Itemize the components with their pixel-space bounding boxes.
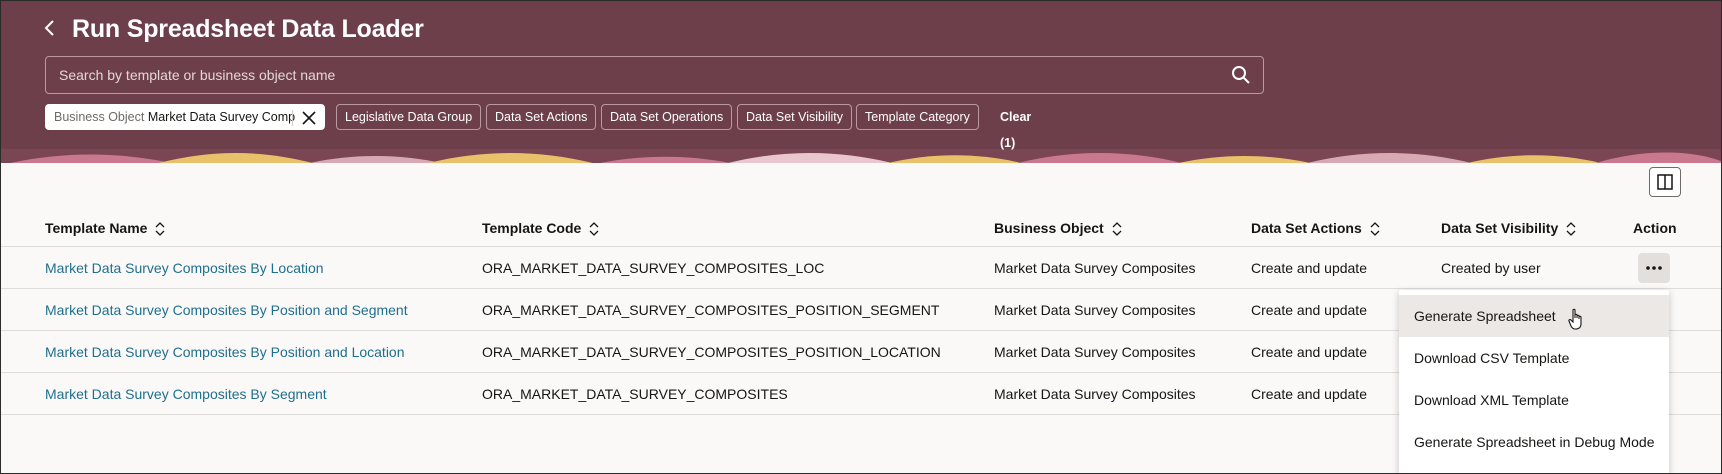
search-box <box>45 56 1264 94</box>
close-icon[interactable] <box>300 109 318 127</box>
menu-item-generate-spreadsheet-debug[interactable]: Generate Spreadsheet in Debug Mode <box>1399 421 1669 463</box>
header-decoration <box>1 149 1721 163</box>
data-set-actions-cell: Create and update <box>1251 260 1367 276</box>
menu-item-generate-spreadsheet[interactable]: Generate Spreadsheet <box>1399 295 1669 337</box>
app-frame: Run Spreadsheet Data Loader Business Obj… <box>0 0 1722 474</box>
business-object-cell: Market Data Survey Composites <box>994 260 1196 276</box>
business-object-cell: Market Data Survey Composites <box>994 386 1196 402</box>
business-object-cell: Market Data Survey Composites <box>994 302 1196 318</box>
row-action-menu: Generate Spreadsheet Download CSV Templa… <box>1399 290 1669 473</box>
sort-icon <box>1566 222 1576 237</box>
row-actions-button[interactable] <box>1638 253 1670 283</box>
column-header-business-object[interactable]: Business Object <box>994 214 1122 242</box>
filter-chip-data-set-visibility[interactable]: Data Set Visibility <box>737 104 853 130</box>
template-name-link[interactable]: Market Data Survey Composites By Segment <box>45 373 327 415</box>
template-code-cell: ORA_MARKET_DATA_SURVEY_COMPOSITES <box>482 386 788 402</box>
data-set-actions-cell: Create and update <box>1251 302 1367 318</box>
sort-icon <box>155 222 165 237</box>
template-code-cell: ORA_MARKET_DATA_SURVEY_COMPOSITES_POSITI… <box>482 344 941 360</box>
hand-pointer-icon <box>1568 308 1582 330</box>
chevron-left-icon <box>44 20 54 36</box>
columns-icon <box>1657 174 1673 190</box>
column-label: Data Set Actions <box>1251 220 1362 236</box>
table-row[interactable]: Market Data Survey Composites By Locatio… <box>1 247 1721 289</box>
column-label: Template Code <box>482 220 582 236</box>
chip-divider <box>292 110 293 126</box>
back-button[interactable] <box>37 13 63 43</box>
search-icon[interactable] <box>1231 65 1251 85</box>
clear-filters-link[interactable]: Clear (1) <box>1000 104 1031 156</box>
business-object-cell: Market Data Survey Composites <box>994 344 1196 360</box>
sort-icon <box>1370 222 1380 237</box>
filter-chip-key: Business Object <box>54 110 145 124</box>
more-horizontal-icon <box>1646 266 1662 270</box>
menu-item-download-xml-template[interactable]: Download XML Template <box>1399 379 1669 421</box>
template-name-link[interactable]: Market Data Survey Composites By Locatio… <box>45 247 324 289</box>
table-header: Template Name Template Code Business Obj… <box>1 209 1721 247</box>
column-header-template-code[interactable]: Template Code <box>482 214 599 242</box>
manage-columns-button[interactable] <box>1649 167 1681 197</box>
column-header-data-set-visibility[interactable]: Data Set Visibility <box>1441 214 1576 242</box>
filter-chip-data-set-actions[interactable]: Data Set Actions <box>486 104 597 130</box>
template-name-link[interactable]: Market Data Survey Composites By Positio… <box>45 331 405 373</box>
template-code-cell: ORA_MARKET_DATA_SURVEY_COMPOSITES_POSITI… <box>482 302 940 318</box>
template-code-cell: ORA_MARKET_DATA_SURVEY_COMPOSITES_LOC <box>482 260 825 276</box>
column-label: Data Set Visibility <box>1441 220 1559 236</box>
search-input[interactable] <box>59 57 1209 93</box>
sort-icon <box>1112 222 1122 237</box>
column-header-action: Action <box>1633 220 1677 236</box>
column-label: Template Name <box>45 220 148 236</box>
filter-chip-value: Market Data Survey Comp <box>147 110 296 124</box>
menu-item-download-csv-template[interactable]: Download CSV Template <box>1399 337 1669 379</box>
column-label: Business Object <box>994 220 1104 236</box>
template-name-link[interactable]: Market Data Survey Composites By Positio… <box>45 289 408 331</box>
data-set-actions-cell: Create and update <box>1251 344 1367 360</box>
column-header-template-name[interactable]: Template Name <box>45 214 165 242</box>
page-title: Run Spreadsheet Data Loader <box>72 15 424 43</box>
data-set-visibility-cell: Created by user <box>1441 260 1541 276</box>
filter-chip-legislative-data-group[interactable]: Legislative Data Group <box>336 104 482 130</box>
filter-chip-data-set-operations[interactable]: Data Set Operations <box>601 104 733 130</box>
sort-icon <box>589 222 599 237</box>
column-header-data-set-actions[interactable]: Data Set Actions <box>1251 214 1380 242</box>
filter-chip-business-object[interactable]: Business Object Market Data Survey Comp <box>45 104 325 130</box>
data-set-actions-cell: Create and update <box>1251 386 1367 402</box>
filter-chip-template-category[interactable]: Template Category <box>856 104 979 130</box>
page-header: Run Spreadsheet Data Loader Business Obj… <box>1 1 1721 163</box>
